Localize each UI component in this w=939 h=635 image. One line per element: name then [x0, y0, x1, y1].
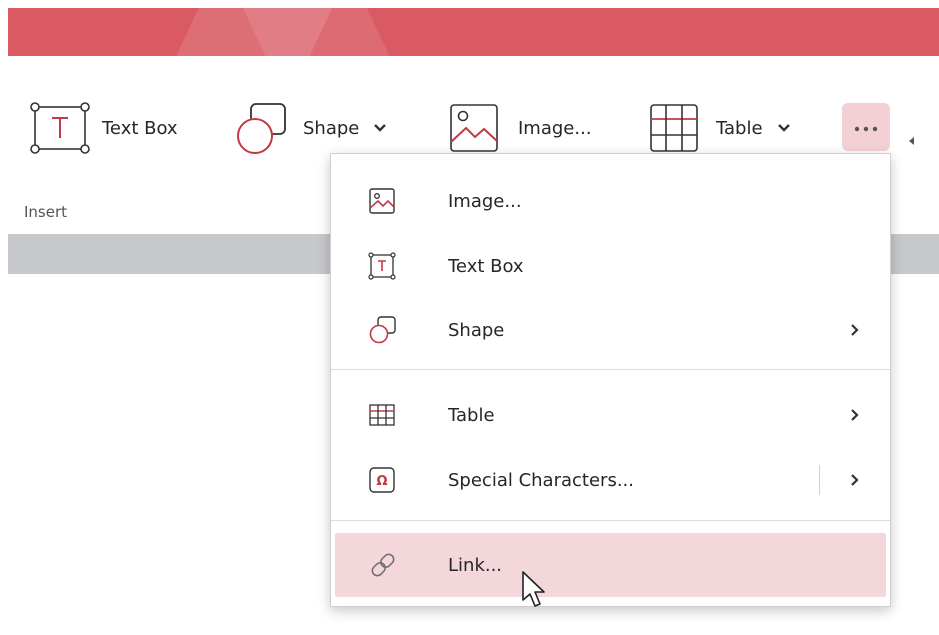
- menu-divider: [331, 520, 890, 521]
- shape-label: Shape: [303, 117, 360, 139]
- image-label: Image...: [518, 117, 592, 139]
- table-label: Table: [716, 117, 763, 139]
- more-options-button[interactable]: [842, 103, 890, 151]
- svg-text:Ω: Ω: [376, 474, 387, 489]
- menu-item-label: Table: [448, 404, 495, 426]
- table-icon: [648, 102, 700, 154]
- split-separator: [819, 465, 820, 495]
- chevron-down-icon[interactable]: [777, 123, 791, 133]
- chevron-right-icon[interactable]: [850, 473, 860, 487]
- text-box-icon: [30, 102, 90, 154]
- ribbon-scroll-left-icon[interactable]: [909, 137, 914, 145]
- more-options-menu: Image... Text Box Shape Table Ω Special …: [330, 153, 891, 607]
- shape-icon: [233, 100, 291, 156]
- more-options-icon: [853, 118, 879, 137]
- menu-item-label: Shape: [448, 319, 505, 341]
- image-button[interactable]: Image...: [448, 98, 592, 158]
- menu-item-link[interactable]: Link...: [335, 533, 886, 597]
- menu-item-label: Special Characters...: [448, 469, 634, 491]
- menu-item-label: Text Box: [448, 255, 524, 277]
- image-icon: [448, 102, 500, 154]
- menu-item-special-characters[interactable]: Ω Special Characters...: [335, 448, 886, 512]
- menu-divider: [331, 369, 890, 370]
- image-icon: [368, 187, 396, 215]
- menu-item-label: Image...: [448, 190, 522, 212]
- menu-item-text-box[interactable]: Text Box: [335, 234, 886, 298]
- shape-icon: [368, 315, 398, 345]
- table-button[interactable]: Table: [648, 98, 791, 158]
- chevron-down-icon[interactable]: [373, 123, 387, 133]
- menu-item-image[interactable]: Image...: [335, 169, 886, 233]
- title-bar: [8, 8, 939, 56]
- shape-button[interactable]: Shape: [233, 98, 387, 158]
- chevron-right-icon: [850, 323, 860, 337]
- menu-item-shape[interactable]: Shape: [335, 298, 886, 362]
- omega-icon: Ω: [368, 466, 396, 494]
- insert-group-label: Insert: [24, 203, 68, 221]
- text-box-button[interactable]: Text Box: [30, 98, 178, 158]
- mouse-cursor-icon: [520, 570, 550, 614]
- text-box-label: Text Box: [102, 117, 178, 139]
- link-icon: [368, 550, 398, 580]
- menu-item-table[interactable]: Table: [335, 383, 886, 447]
- table-icon: [368, 401, 396, 429]
- menu-item-label: Link...: [448, 554, 503, 576]
- chevron-right-icon: [850, 408, 860, 422]
- text-box-icon: [368, 252, 396, 280]
